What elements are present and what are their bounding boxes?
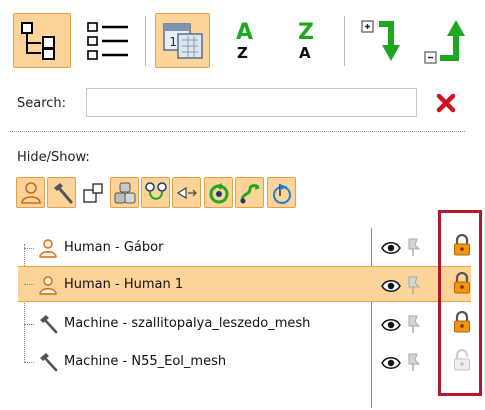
search-input[interactable] bbox=[86, 88, 417, 117]
tree-view-icon bbox=[21, 21, 55, 60]
flag-icon bbox=[272, 183, 291, 204]
transform-toggle[interactable] bbox=[404, 236, 424, 258]
toolbar-separator bbox=[145, 16, 146, 66]
expand-down-arrow-icon bbox=[361, 19, 400, 61]
object-shape-icon bbox=[82, 182, 103, 203]
tree-row-label: Human - Human 1 bbox=[64, 277, 184, 292]
filter-object-button[interactable] bbox=[78, 177, 107, 208]
pin-icon bbox=[408, 238, 421, 256]
list-view-icon bbox=[87, 21, 128, 60]
transform-toggle[interactable] bbox=[404, 274, 424, 296]
collapse-all-button[interactable] bbox=[418, 13, 478, 71]
sort-z-a-button[interactable]: Z A bbox=[284, 13, 328, 68]
calendar-icon: 17 bbox=[162, 22, 203, 59]
eye-icon bbox=[381, 357, 401, 369]
expand-all-button[interactable] bbox=[355, 13, 415, 68]
container-icon bbox=[114, 182, 135, 203]
human-icon bbox=[39, 239, 57, 258]
route-icon bbox=[240, 183, 260, 203]
tree-row-label: Machine - N55_Eol_mesh bbox=[64, 354, 227, 369]
hide-show-label: Hide/Show: bbox=[17, 150, 90, 165]
toolbar-separator bbox=[344, 16, 345, 66]
filter-path-button[interactable] bbox=[141, 177, 170, 208]
filter-flag-button[interactable] bbox=[267, 177, 296, 208]
filter-container-button[interactable] bbox=[110, 177, 139, 208]
sort-a-z-top-letter: A bbox=[236, 19, 254, 45]
eye-icon bbox=[381, 319, 401, 331]
visibility-toggle[interactable] bbox=[381, 314, 401, 336]
transform-toggle[interactable] bbox=[404, 351, 424, 373]
arrow-icon bbox=[176, 186, 197, 199]
visibility-toggle[interactable] bbox=[381, 275, 401, 297]
human-icon bbox=[39, 276, 57, 295]
sort-z-a-bottom-letter: A bbox=[299, 43, 311, 62]
tree-view-button[interactable] bbox=[13, 13, 71, 68]
path-points-icon bbox=[144, 181, 167, 200]
eye-icon bbox=[381, 280, 401, 292]
hammer-icon bbox=[40, 315, 58, 334]
sort-a-z-button[interactable]: A Z bbox=[222, 13, 266, 68]
lock-column-highlight bbox=[438, 210, 482, 396]
filter-human-button[interactable] bbox=[16, 177, 45, 208]
sort-z-a-top-letter: Z bbox=[298, 19, 314, 45]
pin-icon bbox=[408, 353, 421, 371]
filter-machine-button[interactable] bbox=[47, 177, 76, 208]
tree-row-label: Human - Gábor bbox=[64, 240, 164, 255]
visibility-toggle[interactable] bbox=[381, 352, 401, 374]
collapse-up-arrow-icon bbox=[424, 20, 465, 64]
visibility-toggle[interactable] bbox=[381, 237, 401, 259]
cycle-arrow-icon bbox=[209, 182, 228, 203]
section-divider bbox=[10, 131, 465, 132]
search-label: Search: bbox=[17, 96, 67, 111]
filter-cycle-button[interactable] bbox=[204, 177, 233, 208]
pin-icon bbox=[408, 315, 421, 333]
pin-icon bbox=[408, 276, 421, 294]
close-icon bbox=[436, 93, 456, 113]
calendar-sort-button[interactable]: 17 bbox=[155, 13, 210, 68]
tree-row-label: Machine - szallitopalya_leszedo_mesh bbox=[64, 316, 311, 331]
sort-a-z-bottom-letter: Z bbox=[237, 43, 248, 62]
clear-search-button[interactable] bbox=[433, 90, 459, 116]
eye-icon bbox=[381, 242, 401, 254]
transform-toggle[interactable] bbox=[404, 313, 424, 335]
hammer-icon bbox=[40, 353, 58, 372]
filter-route-button[interactable] bbox=[235, 177, 264, 208]
human-icon bbox=[20, 181, 41, 204]
hammer-icon bbox=[53, 182, 72, 203]
list-view-button[interactable] bbox=[82, 13, 134, 68]
filter-arrow-button[interactable] bbox=[172, 177, 201, 208]
